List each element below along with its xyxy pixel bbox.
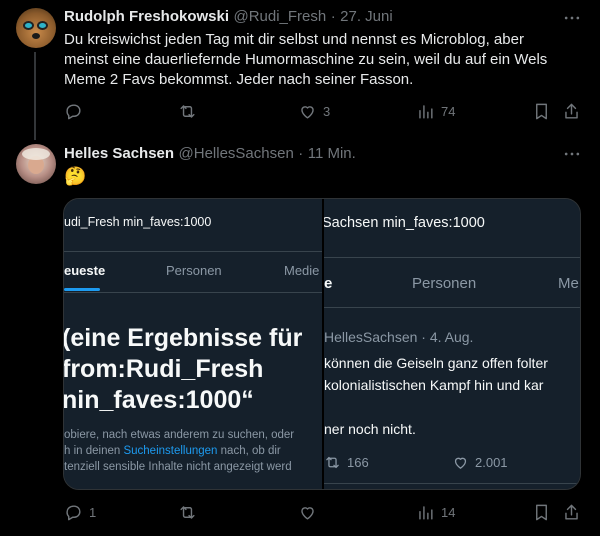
bookmark-icon xyxy=(536,103,547,120)
avatar-rudolph[interactable] xyxy=(16,8,56,48)
search-query: udi_Fresh min_faves:1000 xyxy=(64,215,212,229)
views-icon xyxy=(419,105,433,119)
like-count: 2.001 xyxy=(475,455,508,470)
like-stat: 2.001 xyxy=(452,454,508,471)
retweet-icon xyxy=(180,506,195,519)
like-button[interactable]: 3 xyxy=(298,102,330,121)
reply-count: 1 xyxy=(89,505,97,520)
divider xyxy=(64,292,322,293)
bookmark-button[interactable] xyxy=(532,503,551,522)
views-button[interactable]: 74 xyxy=(416,102,455,121)
screenshot-right: Sachsen min_faves:1000 e Personen Me Hel… xyxy=(324,199,580,489)
share-button[interactable] xyxy=(562,503,581,522)
tab-people: Personen xyxy=(166,263,222,278)
divider xyxy=(324,307,580,308)
no-results-heading: (eine Ergebnisse für from:Rudi_Fresh nin… xyxy=(64,324,303,414)
separator: · xyxy=(298,145,304,162)
tab-latest: e xyxy=(324,275,333,292)
like-icon xyxy=(301,507,314,520)
view-count: 74 xyxy=(441,104,456,119)
tweet-text: können die Geiseln ganz offen folter kol… xyxy=(324,355,548,437)
timestamp[interactable]: 11 Min. xyxy=(308,145,356,162)
retweet-count: 166 xyxy=(347,455,369,470)
attached-image[interactable]: udi_Fresh min_faves:1000 eueste Personen… xyxy=(63,198,581,490)
retweet-icon xyxy=(326,456,339,469)
more-icon[interactable] xyxy=(562,8,582,28)
more-icon[interactable] xyxy=(562,144,582,164)
timestamp[interactable]: 27. Juni xyxy=(340,8,393,25)
tweet-2-header: Helles Sachsen @HellesSachsen · 11 Min. xyxy=(64,145,356,163)
reply-icon xyxy=(66,505,81,521)
divider xyxy=(324,483,580,484)
like-icon xyxy=(301,106,314,119)
tab-indicator xyxy=(64,288,100,291)
like-icon xyxy=(454,457,467,469)
share-button[interactable] xyxy=(562,102,581,121)
share-icon xyxy=(565,504,578,520)
view-count: 14 xyxy=(441,505,456,520)
reply-button[interactable]: 1 xyxy=(64,503,96,522)
like-count: 3 xyxy=(323,104,331,119)
tweet-2-text: 🤔 xyxy=(64,166,87,187)
reply-button[interactable] xyxy=(64,102,83,121)
tweet-meta: HellesSachsen · 4. Aug. xyxy=(324,329,474,345)
thread-connector xyxy=(34,52,36,140)
tweet-1-text: Du kreiswichst jeden Tag mit dir selbst … xyxy=(64,31,548,88)
tab-people: Personen xyxy=(412,275,477,292)
search-query: Sachsen min_faves:1000 xyxy=(324,215,485,231)
display-name[interactable]: Helles Sachsen xyxy=(64,145,174,162)
tab-media: Medie xyxy=(284,263,320,278)
retweet-button[interactable] xyxy=(178,503,197,522)
retweet-stat: 166 xyxy=(324,454,369,471)
display-name[interactable]: Rudolph Freshokowski xyxy=(64,8,229,25)
like-button[interactable] xyxy=(298,503,317,522)
tab-media: Me xyxy=(558,275,579,292)
tab-latest: eueste xyxy=(64,263,106,278)
retweet-button[interactable] xyxy=(178,102,197,121)
separator: · xyxy=(330,8,336,25)
search-settings-link: Sucheinstellungen xyxy=(123,445,218,457)
share-icon xyxy=(565,103,578,119)
handle[interactable]: @HellesSachsen xyxy=(179,145,294,162)
retweet-icon xyxy=(180,105,195,118)
no-results-body: obiere, nach etwas anderem zu suchen, od… xyxy=(64,429,295,473)
screenshot-left: udi_Fresh min_faves:1000 eueste Personen… xyxy=(64,199,322,489)
views-button[interactable]: 14 xyxy=(416,503,455,522)
divider xyxy=(324,257,580,258)
bookmark-icon xyxy=(536,504,547,521)
views-icon xyxy=(419,506,433,520)
avatar-helles-sachsen[interactable] xyxy=(16,144,56,184)
tweet-1-header: Rudolph Freshokowski @Rudi_Fresh · 27. J… xyxy=(64,8,393,26)
reply-icon xyxy=(66,104,81,120)
divider xyxy=(64,251,322,252)
bookmark-button[interactable] xyxy=(532,102,551,121)
handle[interactable]: @Rudi_Fresh xyxy=(233,8,326,25)
